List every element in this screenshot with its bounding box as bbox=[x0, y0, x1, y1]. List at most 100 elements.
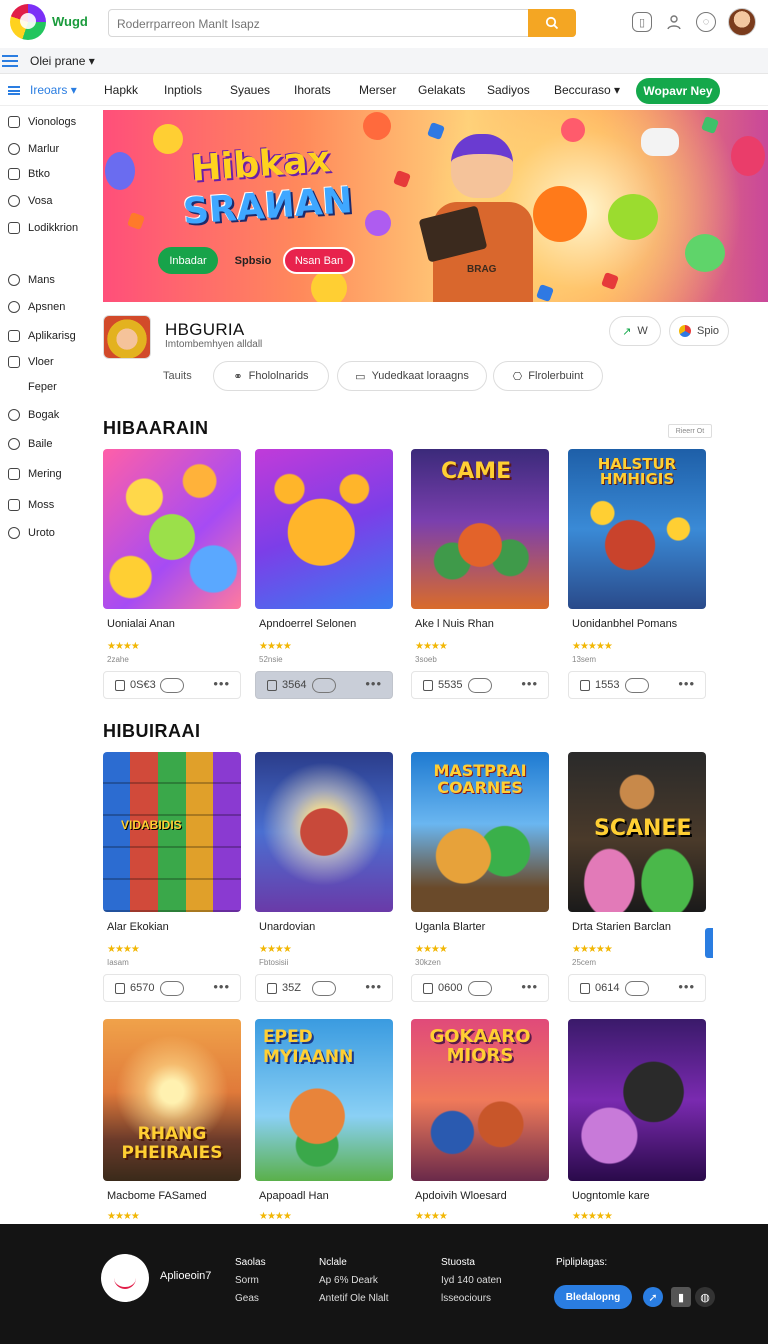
more-options-icon[interactable]: ••• bbox=[365, 676, 382, 691]
tag-pill-0[interactable]: ⚭ Fhololnarids bbox=[213, 361, 329, 391]
save-icon[interactable] bbox=[423, 983, 433, 994]
save-icon[interactable] bbox=[580, 680, 590, 691]
sidebar-item-8[interactable]: Vloer bbox=[8, 356, 54, 368]
nav-item-5[interactable]: Gelakats bbox=[418, 83, 465, 97]
footer-link[interactable]: Geas bbox=[235, 1290, 266, 1308]
sidebar-item-12[interactable]: Mering bbox=[8, 468, 62, 480]
tag-pill-1[interactable]: ▭ Yudedkaat loraagns bbox=[337, 361, 487, 391]
sidebar-item-5[interactable]: Mans bbox=[8, 274, 55, 286]
save-icon[interactable] bbox=[267, 680, 277, 691]
tag-pill-2[interactable]: ⎔ Flrolerbuint bbox=[493, 361, 603, 391]
hero-secondary-button[interactable]: Spbsio bbox=[226, 247, 280, 274]
chat-icon[interactable]: ◌ bbox=[696, 12, 716, 32]
list-icon bbox=[8, 222, 20, 234]
sidebar-item-11[interactable]: Baile bbox=[8, 438, 52, 450]
footer-link[interactable]: lsseociours bbox=[441, 1290, 502, 1308]
more-options-icon[interactable]: ••• bbox=[365, 979, 382, 994]
globe-icon[interactable]: ◍ bbox=[695, 1287, 715, 1307]
nav-item-3[interactable]: Ihorats bbox=[294, 83, 331, 97]
game-title: Uogntomle kare bbox=[572, 1190, 650, 1202]
footer-logo[interactable] bbox=[101, 1254, 149, 1302]
see-more-link[interactable]: Rieerr Ot bbox=[668, 424, 712, 438]
nav-item-4[interactable]: Merser bbox=[359, 83, 396, 97]
toggle-pill[interactable] bbox=[468, 678, 492, 693]
square-icon[interactable]: ▮ bbox=[671, 1287, 691, 1307]
app-action-button[interactable]: ↗ W bbox=[609, 316, 661, 346]
sidebar-item-6[interactable]: Apsnen bbox=[8, 301, 65, 313]
sidebar-item-1[interactable]: Marlur bbox=[8, 143, 59, 155]
cover-title: SCANEE bbox=[594, 816, 692, 841]
footer-link[interactable]: Sorm bbox=[235, 1272, 266, 1290]
tag-label: Fhololnarids bbox=[248, 370, 309, 382]
pin-icon bbox=[8, 409, 20, 421]
card-action-bar: 6570 ••• bbox=[103, 974, 241, 1002]
search-button[interactable] bbox=[528, 9, 576, 37]
more-options-icon[interactable]: ••• bbox=[521, 676, 538, 691]
more-options-icon[interactable]: ••• bbox=[678, 979, 695, 994]
user-avatar[interactable] bbox=[728, 8, 756, 36]
sidebar-item-14[interactable]: Uroto bbox=[8, 527, 55, 539]
nav-item-7[interactable]: Beccuraso ▾ bbox=[554, 83, 620, 97]
hero-tertiary-button[interactable]: Nsan Ban bbox=[283, 247, 355, 274]
sidebar-item-3[interactable]: Vosa bbox=[8, 195, 52, 207]
toggle-pill[interactable] bbox=[160, 678, 184, 693]
save-icon[interactable] bbox=[267, 983, 277, 994]
toggle-pill[interactable] bbox=[312, 678, 336, 693]
phone-icon[interactable]: ▯ bbox=[632, 12, 652, 32]
search-bar bbox=[108, 9, 576, 37]
categories-menu-icon[interactable] bbox=[8, 86, 20, 95]
toggle-pill[interactable] bbox=[625, 678, 649, 693]
send-icon[interactable]: ➚ bbox=[643, 1287, 663, 1307]
footer-link[interactable]: Antetif Ole Nlalt bbox=[319, 1290, 388, 1308]
save-icon[interactable] bbox=[423, 680, 433, 691]
hero-banner[interactable]: Hibkax SRAИAN BRAG Inbadar Spbsio Nsan B… bbox=[103, 110, 768, 302]
tag-label: Yudedkaat loraagns bbox=[371, 370, 469, 382]
footer-cta-button[interactable]: Bledalopng bbox=[554, 1285, 632, 1309]
save-icon[interactable] bbox=[115, 983, 125, 994]
nav-item-1[interactable]: Inptiols bbox=[164, 83, 202, 97]
footer-link[interactable]: Ap 6% Deark bbox=[319, 1272, 388, 1290]
emoji-decoration bbox=[153, 124, 183, 154]
nav-categories[interactable]: Ireoars ▾ bbox=[30, 83, 77, 97]
more-options-icon[interactable]: ••• bbox=[521, 979, 538, 994]
nav-item-6[interactable]: Sadiyos bbox=[487, 83, 530, 97]
sidebar-item-13[interactable]: Moss bbox=[8, 499, 54, 511]
tag-icon bbox=[8, 438, 20, 450]
star-rating: ★★★★ bbox=[415, 944, 448, 955]
toggle-pill[interactable] bbox=[468, 981, 492, 996]
sidebar-item-10[interactable]: Bogak bbox=[8, 409, 59, 421]
user-icon[interactable] bbox=[664, 12, 684, 32]
nav-cta-button[interactable]: Wopavr Ney bbox=[636, 78, 720, 104]
card-action-bar: 3564 ••• bbox=[255, 671, 393, 699]
game-cover: MASTPRAI COARNES bbox=[411, 752, 549, 912]
sidebar-item-9[interactable]: Feper bbox=[8, 381, 57, 393]
sidebar-item-7[interactable]: Aplikarisg bbox=[8, 330, 76, 342]
location-dropdown[interactable]: Olei prane ▾ bbox=[30, 54, 95, 68]
nav-item-2[interactable]: Syaues bbox=[230, 83, 270, 97]
nav-item-0[interactable]: Hapkk bbox=[104, 83, 138, 97]
hero-primary-button[interactable]: Inbadar bbox=[158, 247, 218, 274]
toggle-pill[interactable] bbox=[312, 981, 336, 996]
scroll-tab[interactable] bbox=[705, 928, 713, 958]
hamburger-menu-icon[interactable] bbox=[2, 55, 18, 67]
toggle-pill[interactable] bbox=[160, 981, 184, 996]
save-icon[interactable] bbox=[115, 680, 125, 691]
cover-title: RHANG PHEIRAIES bbox=[121, 1124, 223, 1163]
app-logo[interactable] bbox=[10, 4, 46, 40]
more-options-icon[interactable]: ••• bbox=[213, 979, 230, 994]
save-icon[interactable] bbox=[580, 983, 590, 994]
star-rating: ★★★★ bbox=[259, 641, 292, 652]
app-icon-image[interactable] bbox=[103, 315, 151, 359]
brand-name[interactable]: Wugd bbox=[52, 14, 88, 29]
sidebar-item-0[interactable]: Vionologs bbox=[8, 116, 76, 128]
search-input[interactable] bbox=[117, 14, 527, 34]
sidebar-item-4[interactable]: Lodikkrion bbox=[8, 222, 78, 234]
more-options-icon[interactable]: ••• bbox=[678, 676, 695, 691]
more-options-icon[interactable]: ••• bbox=[213, 676, 230, 691]
sidebar-item-2[interactable]: Btko bbox=[8, 168, 50, 180]
sidebar-item-label: Vosa bbox=[28, 195, 53, 207]
app-share-button[interactable]: Spio bbox=[669, 316, 729, 346]
game-meta: Fbtosisii bbox=[259, 958, 289, 967]
toggle-pill[interactable] bbox=[625, 981, 649, 996]
footer-link[interactable]: Iyd 140 oaten bbox=[441, 1272, 502, 1290]
